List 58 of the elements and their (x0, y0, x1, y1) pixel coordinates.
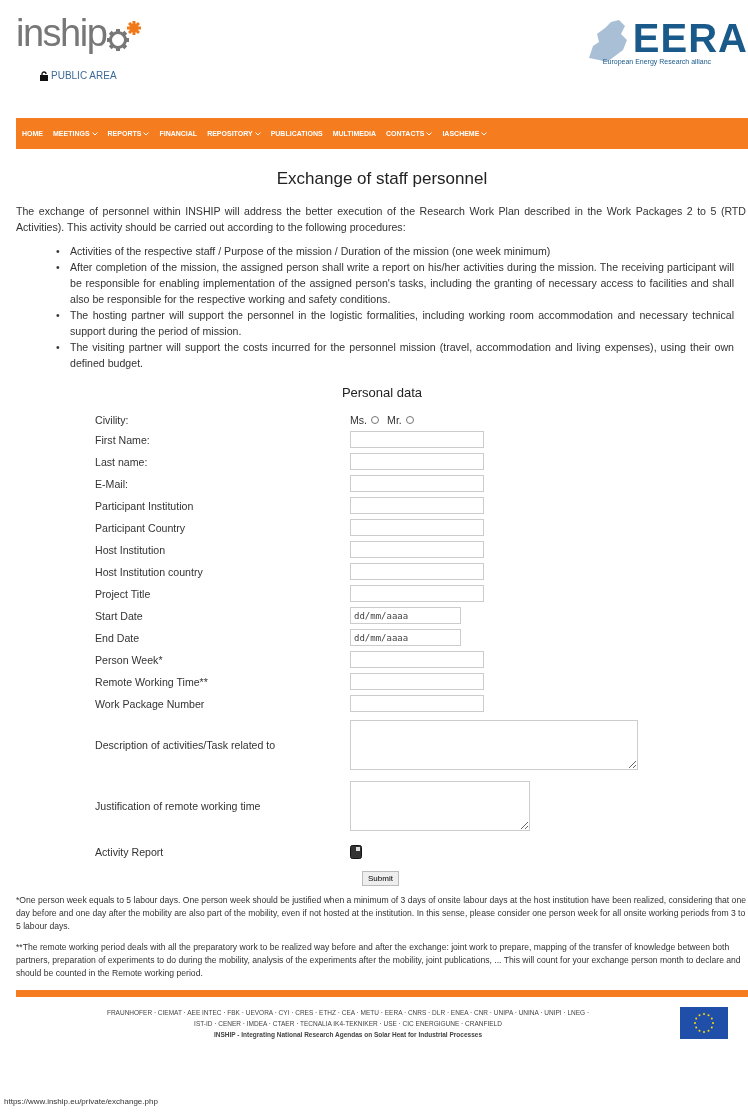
input-field[interactable] (350, 519, 484, 536)
input-field[interactable] (350, 453, 484, 470)
text-area[interactable] (350, 720, 638, 770)
logo-text: inship (16, 14, 107, 52)
input-field[interactable] (350, 585, 484, 602)
field-label: Host Institution (95, 543, 167, 556)
page-title: Exchange of staff personnel (275, 169, 489, 189)
gears-icon (106, 18, 143, 52)
field-label: Start Date (95, 609, 144, 622)
input-field[interactable] (350, 673, 484, 690)
field-label: Project Title (95, 587, 152, 600)
radio-button[interactable] (371, 416, 380, 424)
field-label: End Date (95, 631, 141, 644)
input-field[interactable] (350, 651, 484, 668)
field-label: Civility: (95, 414, 130, 426)
input-field[interactable] (350, 695, 484, 712)
input-field[interactable] (350, 541, 484, 558)
field-label: Participant Country (95, 521, 187, 534)
bullet: • (56, 308, 61, 323)
bullet: • (56, 340, 61, 355)
bullet: • (56, 244, 61, 259)
procedure-item: The hosting partner will support the personnel in the logistic formalities, including working room accommodation and necessary technical support during the period of mission. (70, 308, 734, 339)
input-field[interactable] (350, 497, 484, 514)
status-url: https://www.inship.eu/private/exchange.php (4, 1097, 159, 1106)
file-upload-icon[interactable] (350, 845, 362, 859)
text-area[interactable] (350, 781, 530, 831)
field-label: Work Package Number (95, 697, 206, 710)
input-field[interactable] (350, 431, 484, 448)
option-label: Ms. (350, 414, 368, 426)
field-label: Person Week* (95, 653, 164, 666)
submit-button[interactable]: Submit (362, 871, 399, 886)
section-title: Personal data (340, 385, 424, 400)
field-label: Participant Institution (95, 499, 195, 512)
procedure-item: After completion of the mission, the assigned person shall write a report on his/her activities during the mission. The receiving participant will be responsible for enabling implementation of the assigned person's tasks, including the granting of necessary access to facilities and shall also be responsible for the respective working and safety conditions. (70, 260, 734, 307)
eera-logo: EERA (632, 18, 748, 58)
procedure-item: The visiting partner will support the costs incurred for the personnel mission (travel, accommodation and living expenses), using their own defined budget. (70, 340, 734, 371)
field-label: Activity Report (95, 846, 165, 858)
field-label: Host Institution country (95, 565, 204, 578)
field-label: Last name: (95, 455, 149, 468)
field-label: Remote Working Time** (95, 675, 209, 688)
date-field[interactable]: dd/mm/aaaa (350, 629, 461, 646)
procedure-item: Activities of the respective staff / Purpose of the mission / Duration of the mission (one week minimum) (70, 244, 552, 259)
footnote: **The remote working period deals with all the preparatory work to be realized way before and after the exchange: joint work to prepare, mapping of the transfer of knowledge between both partners, preparation of experiments to do during the mobility, analysis of the experiments after the mobility, joint publications, ... This will count for your exchange person month to declare and should be counted in the Remote working period. (16, 941, 742, 980)
input-field[interactable] (350, 563, 484, 580)
bullet: • (56, 260, 61, 275)
lock-icon (40, 70, 48, 81)
field-label: E-Mail: (95, 477, 129, 490)
public-area-link[interactable]: PUBLIC AREA (51, 70, 117, 81)
footnote: *One person week equals to 5 labour days. One person week should be justified when a minimum of 3 days of onsite labour days at the host institution have been realized, considering that one day before and one day after the mobility are also part of the mobility, even if not hosted at the institution. In this sense, please consider one person week for all onsite working periods from 3 to 5 labour days. (16, 894, 747, 933)
option-label: Mr. (387, 414, 402, 426)
intro-text: The exchange of personnel within INSHIP will address the better execution of the Research Work Plan described in the Work Packages 2 to 5 (RTD Activities). This activity should be carried out according to the following procedures: (16, 204, 747, 235)
field-label: Description of activities/Task related to (95, 739, 277, 751)
date-field[interactable]: dd/mm/aaaa (350, 607, 461, 624)
input-field[interactable] (350, 475, 484, 492)
radio-button[interactable] (405, 416, 414, 424)
field-label: Justification of remote working time (95, 800, 262, 812)
eu-flag-icon (680, 1007, 728, 1039)
field-label: First Name: (95, 433, 151, 446)
